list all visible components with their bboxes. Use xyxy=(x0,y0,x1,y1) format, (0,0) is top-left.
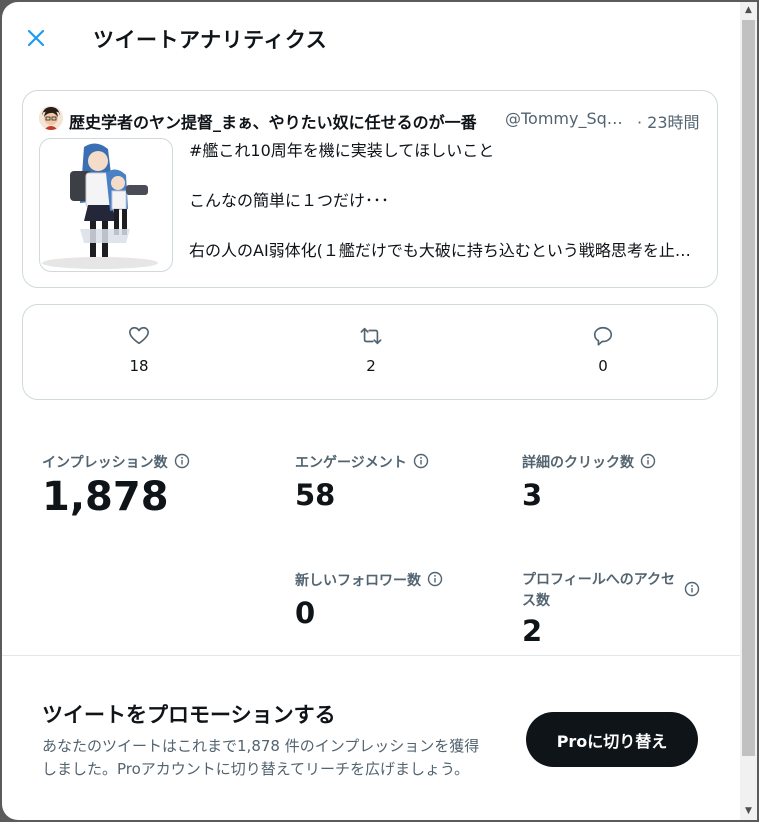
scroll-up-arrow-icon[interactable]: ▲ xyxy=(740,2,757,19)
scroll-down-arrow-icon[interactable]: ▼ xyxy=(740,803,757,820)
tweet-analytics-modal: ツイートアナリティクス 歴史学者のヤン提督_まぁ、やりたい奴に任せるのが一番 @… xyxy=(2,2,740,820)
info-icon[interactable] xyxy=(174,453,190,469)
reply-icon xyxy=(593,326,613,346)
metric-label: プロフィールへのアクセス数 xyxy=(522,572,676,609)
metric-label: インプレッション数 xyxy=(42,455,168,471)
promo-description: あなたのツイートはこれまで1,878 件のインプレッションを獲得しました。Pro… xyxy=(42,737,480,778)
metric-detail-clicks: 詳細のクリック数 3 xyxy=(522,452,656,512)
tweet-text-line[interactable]: #艦これ10周年を機に実装してほしいこと xyxy=(189,140,703,170)
likes-stat: 18 xyxy=(99,325,179,375)
tweet-text-line: 右の人のAI弱体化(１艦だけでも大破に持ち込むという戦略思考を止めさせる) xyxy=(189,241,703,260)
info-icon[interactable] xyxy=(427,571,443,587)
tweet-text-line: こんなの簡単に１つだけ･･･ xyxy=(189,191,390,210)
scrollbar-thumb[interactable] xyxy=(742,20,755,756)
avatar[interactable] xyxy=(39,106,63,130)
heart-icon xyxy=(129,326,149,345)
tweet-timestamp[interactable]: · 23時間 xyxy=(637,109,700,133)
close-icon xyxy=(27,29,45,47)
replies-stat: 0 xyxy=(563,325,643,375)
engagements-value: 58 xyxy=(295,478,336,512)
engagement-summary-card: 18 2 0 xyxy=(22,304,718,400)
replies-count: 0 xyxy=(598,357,608,375)
detail-clicks-value: 3 xyxy=(522,478,543,512)
close-button[interactable] xyxy=(20,22,52,54)
page-title: ツイートアナリティクス xyxy=(93,28,328,52)
metric-label: 新しいフォロワー数 xyxy=(295,573,421,589)
author-name[interactable]: 歴史学者のヤン提督_まぁ、やりたい奴に任せるのが一番 xyxy=(69,109,495,133)
info-icon[interactable] xyxy=(684,581,700,597)
author-handle[interactable]: @Tommy_Squad xyxy=(505,109,627,128)
retweets-count: 2 xyxy=(366,357,376,375)
profile-visits-value: 2 xyxy=(522,614,543,648)
likes-count: 18 xyxy=(129,357,149,375)
impressions-value: 1,878 xyxy=(42,474,169,520)
metric-impressions: インプレッション数 1,878 xyxy=(42,452,190,520)
metric-engagements: エンゲージメント 58 xyxy=(295,452,429,512)
tweet-preview-card[interactable]: 歴史学者のヤン提督_まぁ、やりたい奴に任せるのが一番 @Tommy_Squad … xyxy=(22,90,718,288)
info-icon[interactable] xyxy=(413,453,429,469)
metric-label: エンゲージメント xyxy=(295,455,407,471)
promo-title: ツイートをプロモーションする xyxy=(42,703,336,727)
switch-to-pro-button[interactable]: Proに切り替え xyxy=(526,712,698,767)
metric-label: 詳細のクリック数 xyxy=(522,455,634,471)
scrollbar[interactable]: ▲ ▼ xyxy=(740,2,757,820)
metric-new-followers: 新しいフォロワー数 0 xyxy=(295,570,443,630)
retweet-icon xyxy=(360,327,382,345)
retweets-stat: 2 xyxy=(331,325,411,375)
tweet-text: #艦これ10周年を機に実装してほしいこと こんなの簡単に１つだけ･･･ 右の人の… xyxy=(189,140,703,270)
divider xyxy=(2,655,740,656)
metric-profile-visits: プロフィールへのアクセス数 2 xyxy=(522,570,702,648)
new-followers-value: 0 xyxy=(295,596,316,630)
tweet-media-thumbnail[interactable] xyxy=(39,138,173,272)
info-icon[interactable] xyxy=(640,453,656,469)
